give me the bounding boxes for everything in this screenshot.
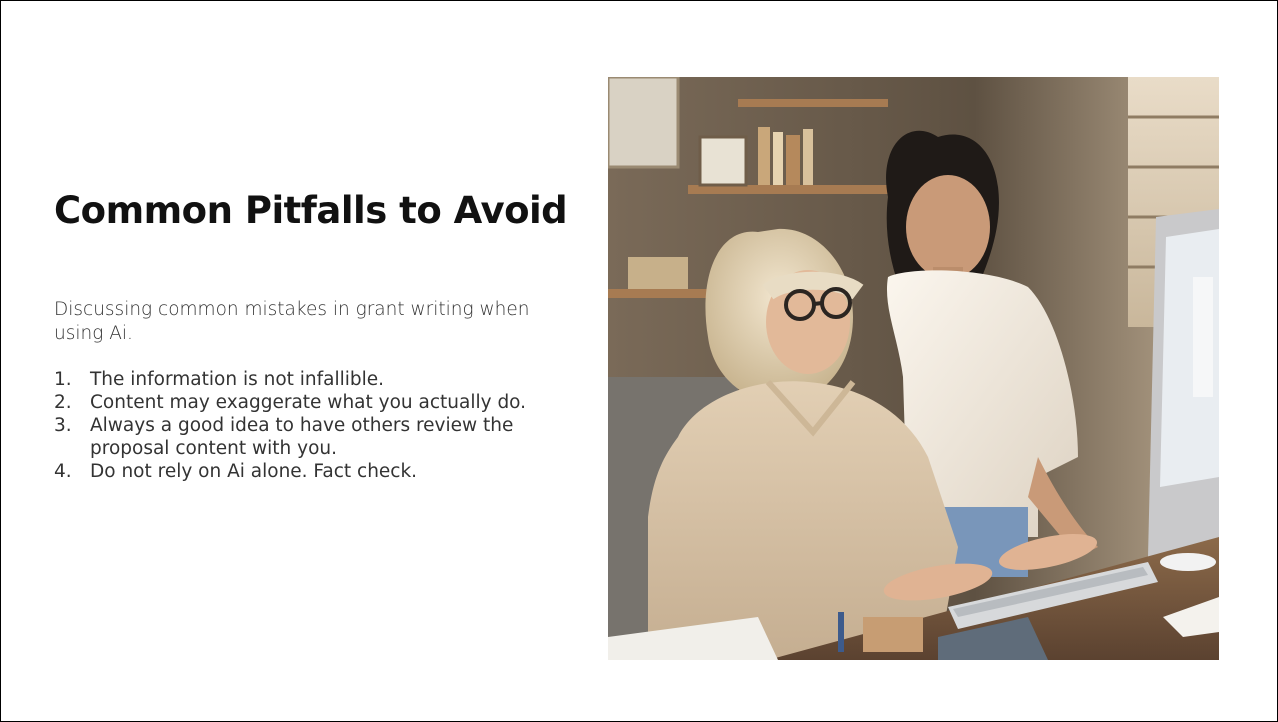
list-item: 4. Do not rely on Ai alone. Fact check.: [54, 460, 594, 483]
list-item-number: 2.: [54, 392, 72, 413]
list-item-text: Content may exaggerate what you actually…: [90, 392, 527, 413]
list-item: 2. Content may exaggerate what you actua…: [54, 391, 594, 414]
slide-title: Common Pitfalls to Avoid: [54, 189, 568, 232]
pitfalls-list: 1. The information is not infallible. 2.…: [54, 368, 594, 483]
slide: Common Pitfalls to Avoid Discussing comm…: [0, 0, 1278, 722]
photo-two-women-at-computer: [608, 77, 1219, 660]
list-item-number: 3.: [54, 415, 72, 436]
list-item: 1. The information is not infallible.: [54, 368, 594, 391]
slide-subtitle: Discussing common mistakes in grant writ…: [54, 299, 530, 344]
list-item: 3. Always a good idea to have others rev…: [54, 414, 594, 460]
list-item-number: 4.: [54, 461, 72, 482]
list-item-text: Do not rely on Ai alone. Fact check.: [90, 461, 418, 482]
list-item-text: The information is not infallible.: [90, 369, 385, 390]
list-item-text: Always a good idea to have others review…: [90, 415, 514, 459]
list-item-number: 1.: [54, 369, 72, 390]
